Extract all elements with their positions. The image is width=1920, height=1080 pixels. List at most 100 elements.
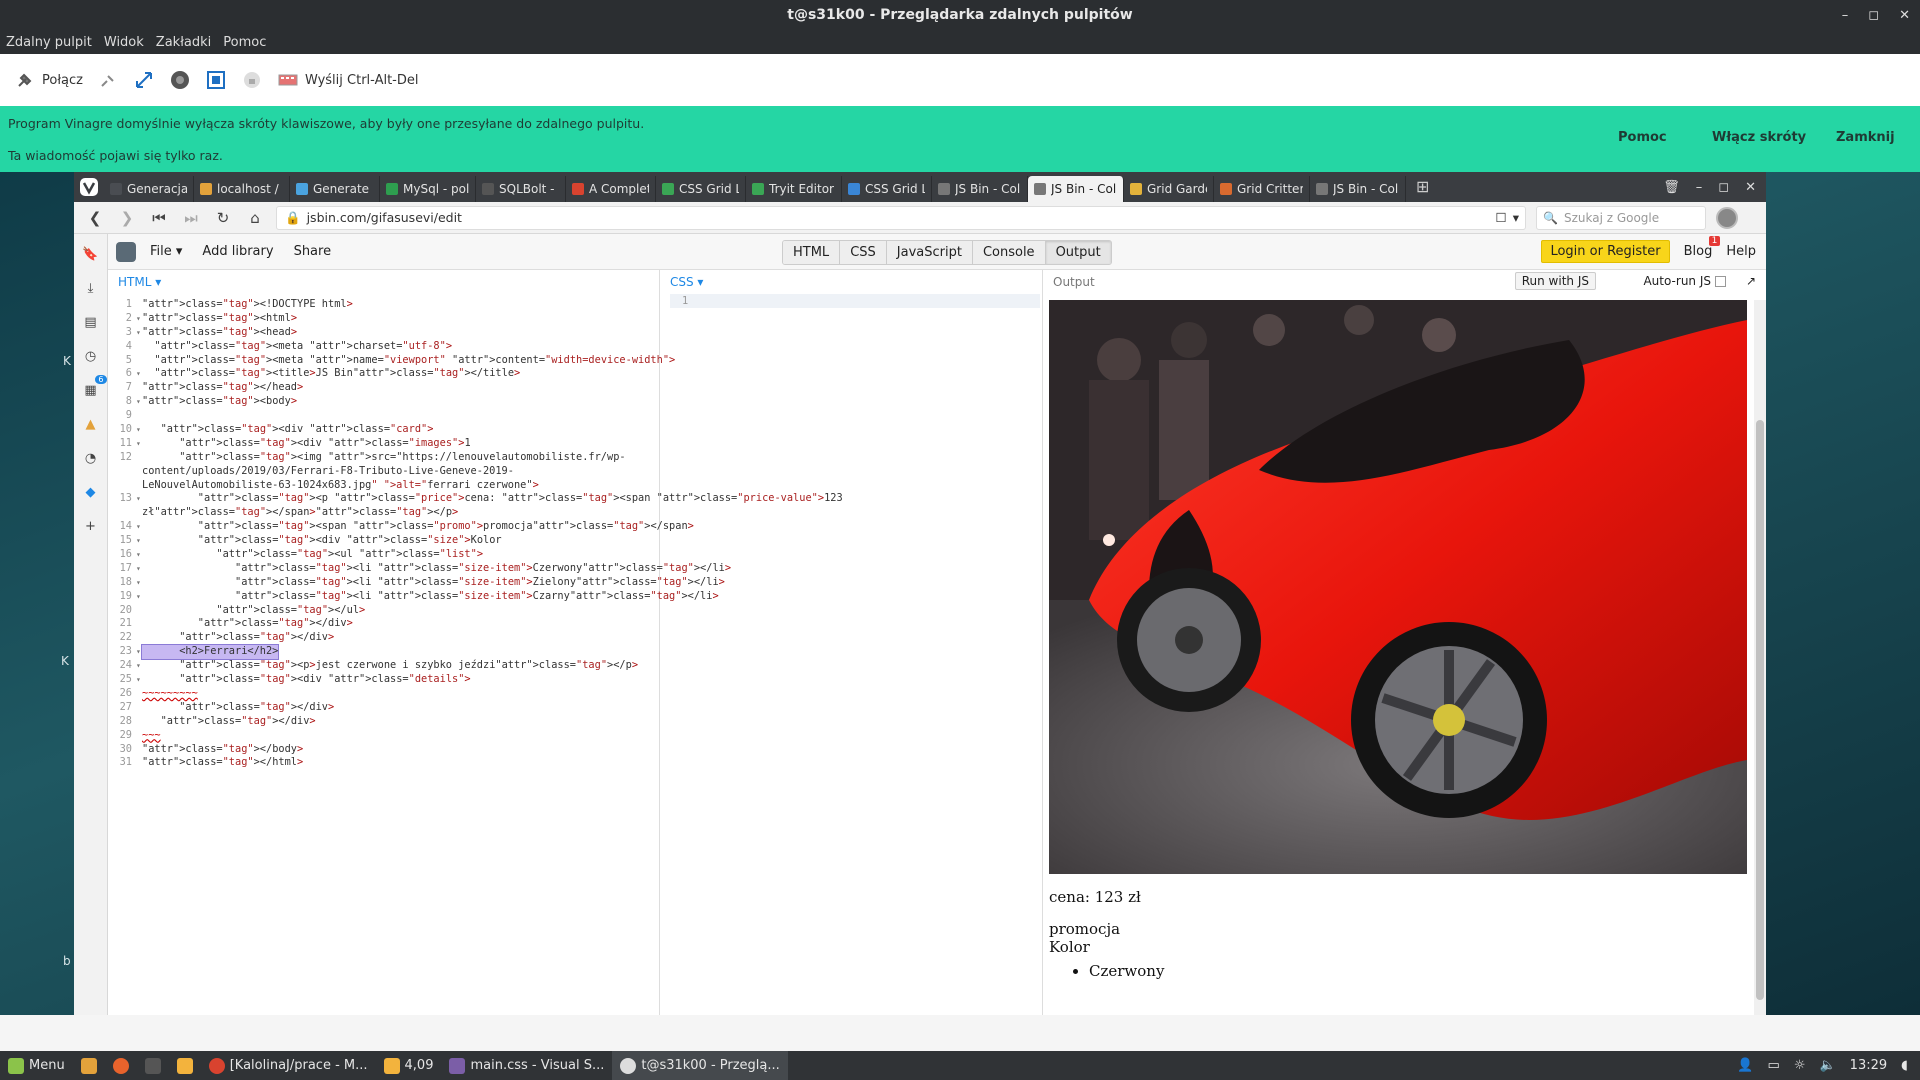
code-text[interactable]: LeNouvelAutomobiliste-63-1024x683.jpg" "… bbox=[142, 479, 539, 493]
code-text[interactable]: "attr">class="tag"><img "attr">src="http… bbox=[142, 451, 625, 465]
share-button[interactable]: Share bbox=[294, 244, 332, 259]
panel-toggle-html[interactable]: HTML bbox=[783, 241, 841, 264]
forward-icon[interactable]: ❯ bbox=[116, 207, 138, 229]
code-line[interactable]: 22 "attr">class="tag"></div> bbox=[108, 631, 659, 645]
code-text[interactable]: "attr">class="tag"><!DOCTYPE html> bbox=[142, 298, 353, 312]
code-line[interactable]: 25 ▾ "attr">class="tag"><div "attr">class… bbox=[108, 673, 659, 687]
code-text[interactable]: "attr">class="tag"></div> bbox=[142, 701, 334, 715]
panel-toggle-output[interactable]: Output bbox=[1045, 241, 1111, 264]
code-line[interactable]: 30 "attr">class="tag"></body> bbox=[108, 743, 659, 757]
code-line[interactable]: 7 "attr">class="tag"></head> bbox=[108, 381, 659, 395]
code-text[interactable]: "attr">class="tag"><div "attr">class="si… bbox=[142, 534, 502, 548]
ctrl-alt-del-button[interactable]: Wyślij Ctrl-Alt-Del bbox=[277, 69, 418, 91]
profile-avatar[interactable] bbox=[1716, 206, 1738, 229]
code-line[interactable]: zł"attr">class="tag"></span>"attr">class… bbox=[108, 506, 659, 520]
code-text[interactable]: content/uploads/2019/03/Ferrari-F8-Tribu… bbox=[142, 465, 514, 479]
code-text[interactable]: "attr">class="tag"><title>JS Bin"attr">c… bbox=[142, 367, 520, 381]
code-line[interactable]: 11 ▾ "attr">class="tag"><div "attr">class… bbox=[108, 437, 659, 451]
browser-tab[interactable]: CSS Grid Lay bbox=[656, 176, 746, 202]
code-line[interactable]: 26 ~~~~~~~~~ bbox=[108, 687, 659, 701]
code-text[interactable]: "attr">class="tag"></ul> bbox=[142, 604, 365, 618]
browser-tab[interactable]: Tryit Editor v bbox=[746, 176, 842, 202]
browser-tab[interactable]: Generate - C bbox=[290, 176, 380, 202]
firefox-icon[interactable] bbox=[105, 1051, 137, 1080]
code-text[interactable]: "attr">class="tag"><meta "attr">name="vi… bbox=[142, 354, 675, 368]
code-text[interactable]: "attr">class="tag"><div "attr">class="ca… bbox=[142, 423, 434, 437]
panel-toggle-console[interactable]: Console bbox=[972, 241, 1046, 264]
taskbar-window-3[interactable]: main.css - Visual S... bbox=[441, 1051, 612, 1080]
banner-help-button[interactable]: Pomoc bbox=[1618, 130, 1667, 145]
blog-link[interactable]: Blog 1 bbox=[1684, 236, 1721, 259]
code-text[interactable]: "attr">class="tag"><html> bbox=[142, 312, 297, 326]
code-line[interactable]: 24 ▾ "attr">class="tag"><p>jest czerwone … bbox=[108, 659, 659, 673]
vivaldi-logo-icon[interactable] bbox=[74, 172, 104, 202]
add-library-button[interactable]: Add library bbox=[202, 244, 273, 259]
code-line[interactable]: content/uploads/2019/03/Ferrari-F8-Tribu… bbox=[108, 465, 659, 479]
code-line[interactable]: 10 ▾ "attr">class="tag"><div "attr">class… bbox=[108, 423, 659, 437]
jsbin-logo-icon[interactable] bbox=[116, 241, 136, 262]
bookmark-icon[interactable]: ☐ bbox=[1496, 210, 1507, 225]
code-line[interactable]: 9 bbox=[108, 409, 659, 423]
code-line[interactable]: 4 "attr">class="tag"><meta "attr">charse… bbox=[108, 340, 659, 354]
code-line[interactable]: 20 "attr">class="tag"></ul> bbox=[108, 604, 659, 618]
taskbar-window-2[interactable]: 4,09 bbox=[376, 1051, 442, 1080]
banner-enable-shortcuts-button[interactable]: Włącz skróty bbox=[1712, 130, 1806, 145]
code-line[interactable]: 13 ▾ "attr">class="tag"><p "attr">class="… bbox=[108, 492, 843, 506]
code-text[interactable]: "attr">class="tag"></head> bbox=[142, 381, 303, 395]
help-link[interactable]: Help bbox=[1726, 244, 1756, 259]
fast-forward-icon[interactable]: ⏭ bbox=[180, 207, 202, 229]
browser-tab[interactable]: MySql - polec bbox=[380, 176, 476, 202]
browser-tab[interactable]: Generacja ko bbox=[104, 176, 194, 202]
code-line[interactable]: 23 ▾ <h2>Ferrari</h2> bbox=[108, 644, 659, 661]
css-panel[interactable]: CSS ▾ 1 bbox=[660, 270, 1043, 1015]
browser-tab[interactable]: Grid Critters bbox=[1214, 176, 1310, 202]
code-line[interactable]: 29 ~~~ bbox=[108, 729, 659, 743]
code-text[interactable]: zł"attr">class="tag"></span>"attr">class… bbox=[142, 506, 458, 520]
code-line[interactable]: 15 ▾ "attr">class="tag"><div "attr">class… bbox=[108, 534, 659, 548]
code-line[interactable]: 21 "attr">class="tag"></div> bbox=[108, 617, 659, 631]
back-icon[interactable]: ❮ bbox=[84, 207, 106, 229]
code-text[interactable]: "attr">class="tag"><span "attr">class="p… bbox=[142, 520, 694, 534]
popout-icon[interactable]: ↗ bbox=[1746, 274, 1756, 288]
panel-toggle-javascript[interactable]: JavaScript bbox=[886, 241, 973, 264]
taskbar-window-1[interactable]: [KalolinaJ/prace - M... bbox=[201, 1051, 376, 1080]
browser-tab[interactable]: localhost / lo bbox=[194, 176, 290, 202]
clock-icon[interactable]: ◔ bbox=[81, 448, 101, 468]
run-with-js-button[interactable]: Run with JS bbox=[1514, 272, 1596, 290]
code-line[interactable]: 12 "attr">class="tag"><img "attr">src="h… bbox=[108, 451, 659, 465]
code-line[interactable]: 1 "attr">class="tag"><!DOCTYPE html> bbox=[108, 298, 659, 312]
banner-close-button[interactable]: Zamknij bbox=[1836, 130, 1895, 145]
code-text[interactable]: "attr">class="tag"></html> bbox=[142, 756, 303, 770]
code-line[interactable]: 6 ▾ "attr">class="tag"><title>JS Bin"attr… bbox=[108, 367, 659, 381]
code-text[interactable]: "attr">class="tag"></div> bbox=[142, 715, 316, 729]
code-line[interactable]: 2 ▾ "attr">class="tag"><html> bbox=[108, 312, 659, 326]
browser-tab[interactable]: JS Bin - Colla bbox=[932, 176, 1028, 202]
reload-icon[interactable]: ↻ bbox=[212, 207, 234, 229]
fullscreen-icon[interactable] bbox=[133, 69, 155, 91]
scaling-icon[interactable] bbox=[205, 69, 227, 91]
minimize-icon[interactable]: – bbox=[1842, 8, 1849, 23]
record-icon[interactable] bbox=[169, 69, 191, 91]
browser-tab[interactable]: CSS Grid Lay bbox=[842, 176, 932, 202]
login-button[interactable]: Login or Register bbox=[1541, 240, 1670, 263]
disconnect-icon[interactable] bbox=[97, 69, 119, 91]
chevron-down-icon[interactable]: ▾ bbox=[1513, 210, 1525, 225]
file-menu[interactable]: File ▾ bbox=[150, 244, 182, 259]
output-scrollbar[interactable] bbox=[1754, 300, 1766, 1015]
url-field[interactable]: 🔒 jsbin.com/gifasusevi/edit ☐ ▾ bbox=[276, 205, 1526, 230]
code-text[interactable]: "attr">class="tag"><div "attr">class="de… bbox=[142, 673, 470, 687]
css-panel-label[interactable]: CSS ▾ bbox=[660, 270, 1042, 294]
browser-tab[interactable]: A Complete ( bbox=[566, 176, 656, 202]
browser-tab[interactable]: JS Bin - Colla bbox=[1310, 176, 1406, 202]
bookmarks-icon[interactable]: 🔖 bbox=[81, 244, 101, 264]
html-panel[interactable]: HTML ▾ 1 "attr">class="tag"><!DOCTYPE htm… bbox=[108, 270, 843, 1015]
brightness-icon[interactable]: ☼ bbox=[1794, 1058, 1806, 1073]
code-text[interactable]: ~~~~~~~~~ bbox=[142, 687, 198, 701]
minimize-icon[interactable]: – bbox=[1696, 180, 1703, 195]
volume-icon[interactable]: 🔈 bbox=[1819, 1058, 1835, 1073]
user-icon[interactable]: 👤 bbox=[1737, 1058, 1753, 1073]
search-input[interactable]: 🔍 Szukaj z Google bbox=[1536, 205, 1706, 230]
code-text[interactable]: "attr">class="tag"></div> bbox=[142, 617, 353, 631]
code-line[interactable]: 27 "attr">class="tag"></div> bbox=[108, 701, 659, 715]
browser-tab[interactable]: Grid Garden bbox=[1124, 176, 1214, 202]
